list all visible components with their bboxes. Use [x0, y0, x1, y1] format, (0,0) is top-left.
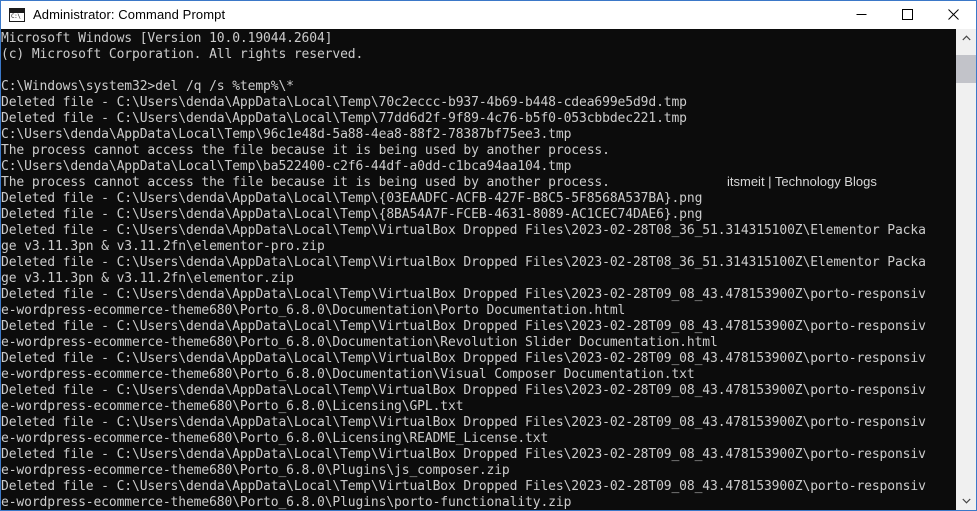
terminal-line: C:\Users\denda\AppData\Local\Temp\96c1e4…: [1, 127, 572, 142]
terminal-line: Deleted file - C:\Users\denda\AppData\Lo…: [1, 287, 926, 302]
title-bar[interactable]: C:\ Administrator: Command Prompt: [1, 1, 976, 29]
terminal-line: The process cannot access the file becau…: [1, 175, 610, 190]
chevron-down-icon: [961, 498, 971, 504]
terminal-line: e-wordpress-ecommerce-theme680\Porto_6.8…: [1, 303, 626, 318]
terminal-line: ge v3.11.3pn & v3.11.2fn\elementor-pro.z…: [1, 239, 325, 254]
terminal-line: e-wordpress-ecommerce-theme680\Porto_6.8…: [1, 399, 464, 414]
command-prompt-window: C:\ Administrator: Command Prompt Micros…: [0, 0, 977, 511]
maximize-button[interactable]: [884, 1, 930, 28]
terminal-line: e-wordpress-ecommerce-theme680\Porto_6.8…: [1, 463, 510, 478]
terminal-line: C:\Windows\system32>del /q /s %temp%\*: [1, 79, 294, 94]
terminal-line: The process cannot access the file becau…: [1, 143, 610, 158]
terminal-line: Deleted file - C:\Users\denda\AppData\Lo…: [1, 447, 926, 462]
terminal-line: Deleted file - C:\Users\denda\AppData\Lo…: [1, 415, 926, 430]
terminal-line: ge v3.11.3pn & v3.11.2fn\elementor.zip: [1, 271, 294, 286]
terminal-line: e-wordpress-ecommerce-theme680\Porto_6.8…: [1, 367, 695, 382]
close-button[interactable]: [930, 1, 976, 28]
terminal-line: Deleted file - C:\Users\denda\AppData\Lo…: [1, 479, 926, 494]
scroll-down-button[interactable]: [956, 492, 976, 510]
terminal-line: e-wordpress-ecommerce-theme680\Porto_6.8…: [1, 335, 718, 350]
terminal-output[interactable]: Microsoft Windows [Version 10.0.19044.26…: [1, 29, 956, 510]
terminal-line: C:\Users\denda\AppData\Local\Temp\ba5224…: [1, 159, 572, 174]
terminal-line: Microsoft Windows [Version 10.0.19044.26…: [1, 31, 333, 46]
terminal-line: e-wordpress-ecommerce-theme680\Porto_6.8…: [1, 495, 572, 510]
console-area: Microsoft Windows [Version 10.0.19044.26…: [1, 29, 976, 510]
window-controls: [838, 1, 976, 28]
terminal-line: Deleted file - C:\Users\denda\AppData\Lo…: [1, 383, 926, 398]
terminal-line: Deleted file - C:\Users\denda\AppData\Lo…: [1, 223, 926, 238]
console-icon-prompt-glyph: C:\: [11, 12, 21, 20]
terminal-line: Deleted file - C:\Users\denda\AppData\Lo…: [1, 111, 687, 126]
minimize-button[interactable]: [838, 1, 884, 28]
terminal-line: e-wordpress-ecommerce-theme680\Porto_6.8…: [1, 431, 549, 446]
vertical-scrollbar[interactable]: [956, 29, 976, 510]
terminal-line: Deleted file - C:\Users\denda\AppData\Lo…: [1, 191, 703, 206]
scroll-up-button[interactable]: [956, 29, 976, 47]
terminal-line: Deleted file - C:\Users\denda\AppData\Lo…: [1, 319, 926, 334]
terminal-line: Deleted file - C:\Users\denda\AppData\Lo…: [1, 207, 703, 222]
scrollbar-thumb[interactable]: [956, 55, 976, 84]
terminal-line: Deleted file - C:\Users\denda\AppData\Lo…: [1, 351, 926, 366]
terminal-line: Deleted file - C:\Users\denda\AppData\Lo…: [1, 95, 687, 110]
window-title: Administrator: Command Prompt: [33, 7, 226, 22]
scrollbar-track[interactable]: [956, 47, 976, 492]
terminal-line: (c) Microsoft Corporation. All rights re…: [1, 47, 364, 62]
chevron-up-icon: [961, 35, 971, 41]
terminal-lines: Microsoft Windows [Version 10.0.19044.26…: [1, 31, 956, 510]
console-icon: C:\: [9, 7, 25, 22]
terminal-line: Deleted file - C:\Users\denda\AppData\Lo…: [1, 255, 926, 270]
